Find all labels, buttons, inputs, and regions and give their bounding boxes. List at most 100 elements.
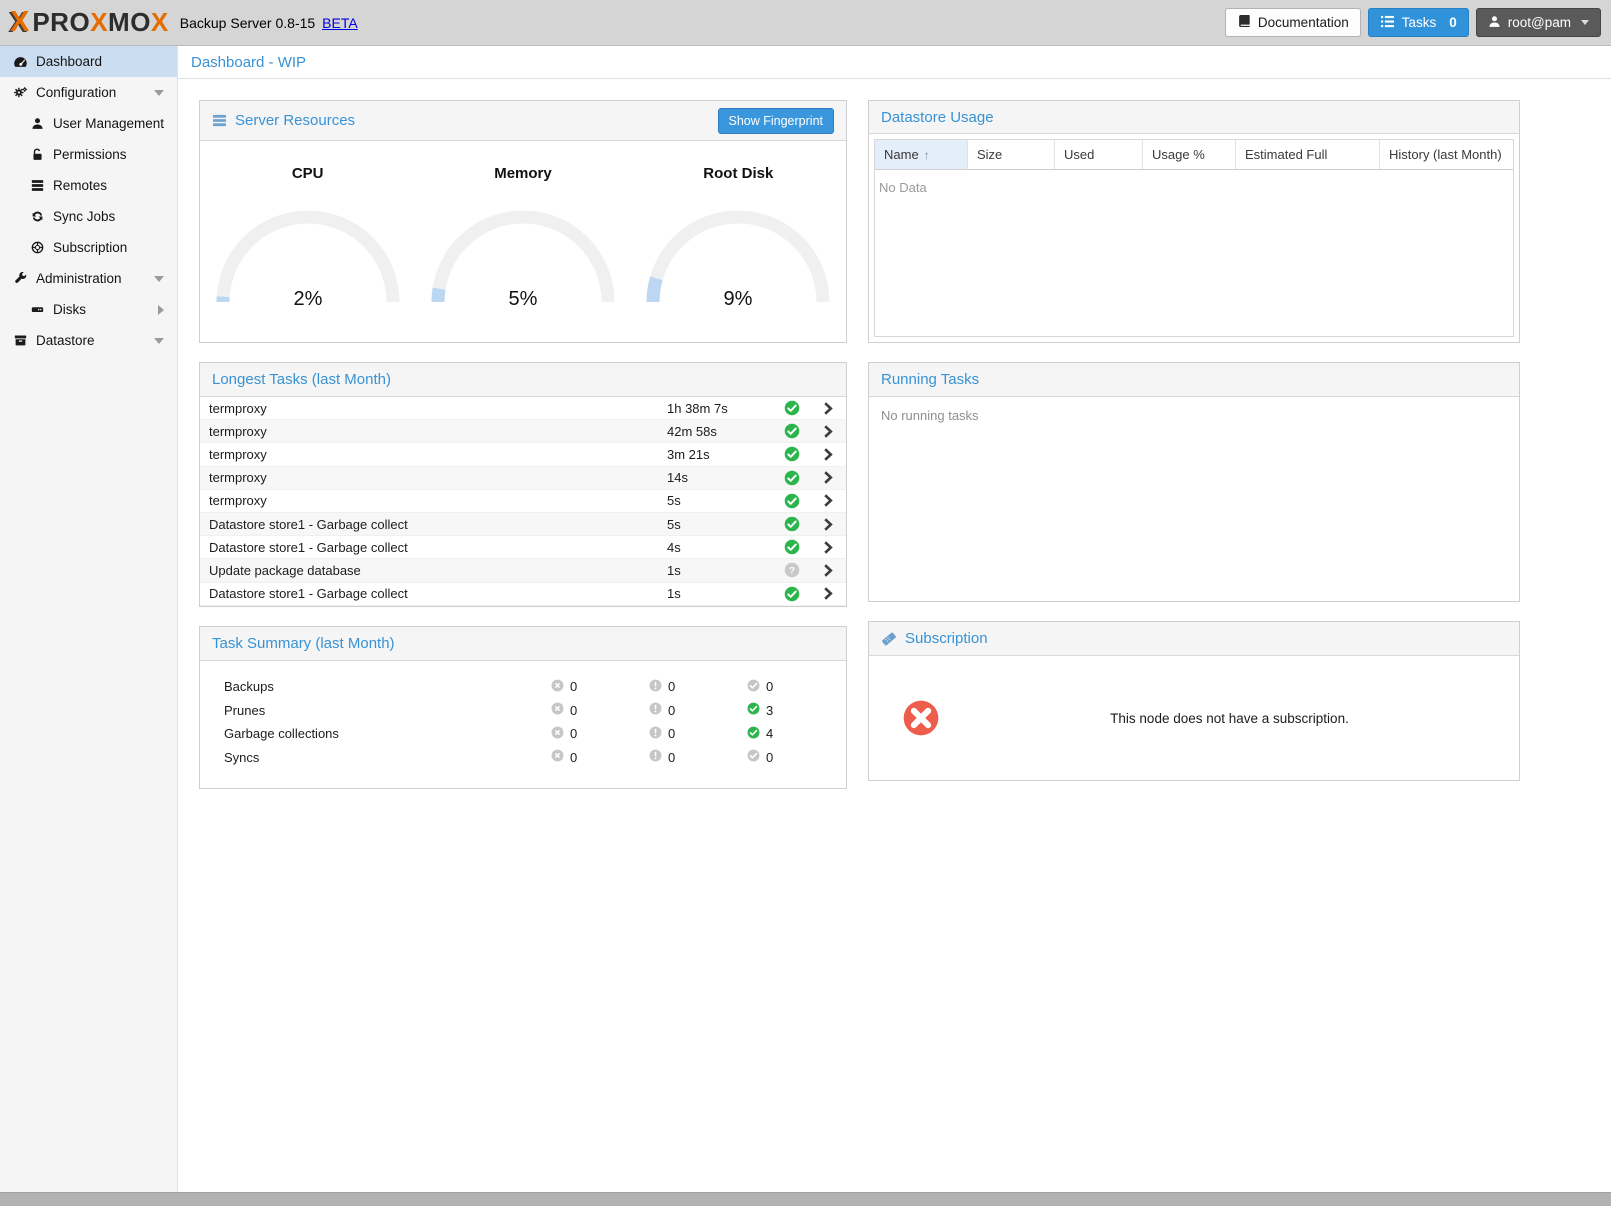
sidebar-item-dashboard[interactable]: Dashboard [0, 46, 177, 77]
datastore-column-header-size[interactable]: Size [968, 140, 1055, 169]
task-row[interactable]: Datastore store1 - Garbage collect4s [200, 536, 846, 559]
chevron-right-icon[interactable] [810, 401, 846, 416]
task-row[interactable]: Update package database1s? [200, 559, 846, 582]
svg-text:?: ? [789, 566, 795, 577]
task-row[interactable]: termproxy3m 21s [200, 443, 846, 466]
subscription-panel: Subscription This node does not have a s… [868, 621, 1520, 781]
server-resources-panel: Server Resources Show Fingerprint CPU2%M… [199, 100, 847, 343]
error-count: 0 [570, 703, 577, 718]
column-header-label: Used [1064, 147, 1094, 162]
sidebar-item-disks[interactable]: Disks [0, 294, 177, 325]
caret-down-icon[interactable] [154, 338, 164, 344]
task-duration: 1s [667, 563, 773, 578]
chevron-right-icon[interactable] [810, 517, 846, 532]
task-name: termproxy [200, 424, 667, 439]
sidebar-item-permissions[interactable]: Permissions [0, 139, 177, 170]
sidebar-item-datastore[interactable]: Datastore [0, 325, 177, 356]
horizontal-scrollbar[interactable] [0, 1192, 1611, 1206]
show-fingerprint-button[interactable]: Show Fingerprint [718, 108, 835, 134]
warning-count-icon [649, 679, 662, 695]
top-bar: X PROXMOX Backup Server 0.8-15 BETA Docu… [0, 0, 1611, 46]
error-count: 0 [570, 750, 577, 765]
task-summary-body: Backups000Prunes003Garbage collections00… [200, 661, 846, 788]
task-name: Datastore store1 - Garbage collect [200, 586, 667, 601]
task-row[interactable]: Datastore store1 - Garbage collect5s [200, 513, 846, 536]
gauge-arc: 9% [643, 206, 833, 310]
book-icon [1237, 14, 1251, 31]
dashboard-icon [10, 56, 30, 68]
bars-icon [212, 114, 227, 127]
chevron-right-icon[interactable] [810, 586, 846, 601]
task-summary-title: Task Summary (last Month) [212, 635, 395, 652]
ticket-icon [881, 632, 897, 646]
ok-count: 3 [766, 703, 773, 718]
warning-count: 0 [668, 750, 675, 765]
chevron-right-icon[interactable] [810, 470, 846, 485]
sidebar-item-subscription[interactable]: Subscription [0, 232, 177, 263]
chevron-right-icon[interactable] [810, 540, 846, 555]
longest-tasks-panel: Longest Tasks (last Month) termproxy1h 3… [199, 362, 847, 607]
proxmox-logo-segment: PRO [32, 7, 90, 37]
task-name: Datastore store1 - Garbage collect [200, 540, 667, 555]
beta-link[interactable]: BETA [322, 15, 358, 31]
resource-gauges: CPU2%Memory5%Root Disk9% [200, 141, 846, 342]
gauge-title: Root Disk [636, 165, 841, 182]
sidebar-item-configuration[interactable]: Configuration [0, 77, 177, 108]
error-count-icon [551, 726, 564, 742]
sidebar-item-user-management[interactable]: User Management [0, 108, 177, 139]
error-count-icon [551, 749, 564, 765]
sidebar-item-administration[interactable]: Administration [0, 263, 177, 294]
longest-tasks-header: Longest Tasks (last Month) [200, 363, 846, 397]
caret-down-icon[interactable] [154, 90, 164, 96]
gauge-arc: 5% [428, 206, 618, 310]
task-duration: 5s [667, 517, 773, 532]
chevron-right-icon[interactable] [810, 563, 846, 578]
summary-row-backups: Backups000 [200, 675, 846, 699]
datastore-column-header-used[interactable]: Used [1055, 140, 1143, 169]
user-menu-button[interactable]: root@pam [1476, 8, 1601, 37]
datastore-empty-text: No Data [875, 170, 1513, 205]
gauge-value: 9% [724, 288, 753, 310]
task-row[interactable]: Datastore store1 - Garbage collect1s [200, 583, 846, 606]
sidebar-item-label: Sync Jobs [53, 209, 115, 224]
datastore-column-header-usage-[interactable]: Usage % [1143, 140, 1236, 169]
task-duration: 3m 21s [667, 447, 773, 462]
datastore-column-header-estimated-full[interactable]: Estimated Full [1236, 140, 1380, 169]
sidebar-item-label: User Management [53, 116, 164, 131]
subscription-body: This node does not have a subscription. [869, 656, 1519, 780]
summary-label: Prunes [224, 703, 551, 718]
chevron-right-icon[interactable] [810, 493, 846, 508]
column-header-label: Estimated Full [1245, 147, 1327, 162]
task-row[interactable]: termproxy5s [200, 490, 846, 513]
disk-icon [27, 303, 47, 316]
task-row[interactable]: termproxy42m 58s [200, 420, 846, 443]
sort-ascending-icon: ↑ [924, 148, 930, 162]
task-status-ok-icon [773, 423, 810, 439]
page-title: Dashboard - WIP [178, 46, 1611, 79]
task-status-ok-icon [773, 470, 810, 486]
sidebar-item-sync-jobs[interactable]: Sync Jobs [0, 201, 177, 232]
caret-down-icon[interactable] [154, 276, 164, 282]
ok-count: 0 [766, 750, 773, 765]
chevron-right-icon[interactable] [810, 424, 846, 439]
task-summary-panel: Task Summary (last Month) Backups000Prun… [199, 626, 847, 789]
sidebar-item-remotes[interactable]: Remotes [0, 170, 177, 201]
summary-row-prunes: Prunes003 [200, 699, 846, 723]
summary-label: Backups [224, 679, 551, 694]
datastore-column-header-history-last-month-[interactable]: History (last Month) [1380, 140, 1513, 169]
datastore-column-header-name[interactable]: Name↑ [875, 140, 968, 169]
datastore-table-header-row: Name↑Size Used Usage % Estimated Full Histor… [875, 140, 1513, 170]
sync-icon [27, 210, 47, 223]
tasks-button[interactable]: Tasks 0 [1368, 8, 1469, 37]
task-row[interactable]: termproxy14s [200, 467, 846, 490]
chevron-right-icon[interactable] [810, 447, 846, 462]
ok-count-icon [747, 702, 760, 718]
sidebar-item-label: Permissions [53, 147, 127, 162]
gauge-title: CPU [205, 165, 410, 182]
documentation-button[interactable]: Documentation [1225, 8, 1361, 37]
task-row[interactable]: termproxy1h 38m 7s [200, 397, 846, 420]
sidebar-item-label: Subscription [53, 240, 127, 255]
task-duration: 1s [667, 586, 773, 601]
warning-count-icon [649, 702, 662, 718]
caret-right-icon[interactable] [158, 305, 164, 315]
